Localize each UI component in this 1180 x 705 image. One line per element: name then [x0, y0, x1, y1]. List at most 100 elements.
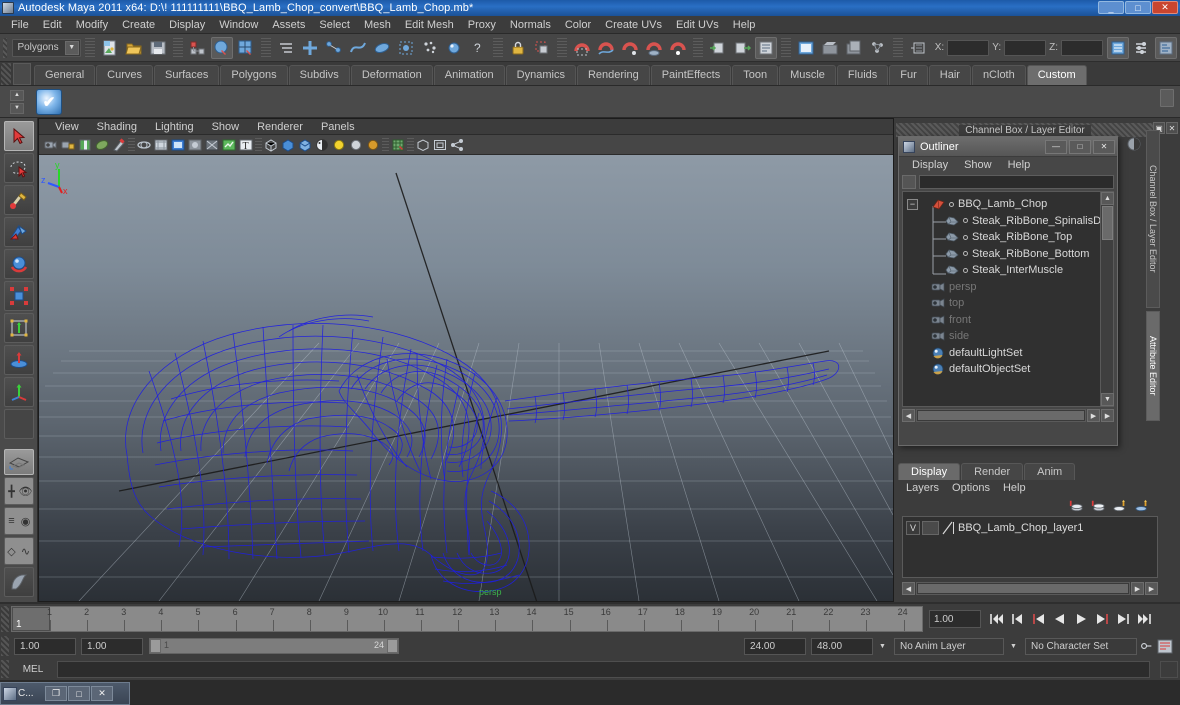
snap-grid-icon[interactable] [571, 37, 593, 59]
smooth-shade-all-icon[interactable] [170, 137, 186, 153]
snap-normal-icon[interactable] [667, 37, 689, 59]
play-forwards-icon[interactable] [1072, 610, 1090, 628]
playback-start-time-field[interactable]: 1.00 [81, 637, 143, 655]
search-icon[interactable] [902, 175, 916, 189]
new-layer-from-selected-icon[interactable] [1090, 499, 1106, 513]
outliner-persp-layout[interactable]: ≡ ◉ [3, 507, 34, 535]
expand-collapse-icon[interactable]: − [907, 198, 918, 210]
viewport-menu-renderer[interactable]: Renderer [249, 120, 311, 134]
range-slider-grip[interactable] [1, 636, 9, 656]
outliner-item-side[interactable]: side [903, 328, 1100, 345]
status-line-grip[interactable] [3, 37, 8, 58]
isolate-select-icon[interactable] [263, 137, 279, 153]
animation-preferences-icon[interactable] [1156, 638, 1174, 655]
shelf-tab-deformation[interactable]: Deformation [350, 65, 433, 85]
single-perspective-layout[interactable] [3, 449, 34, 475]
four-view-layout[interactable]: ╋ 👁 [3, 477, 34, 505]
playback-end-time-field[interactable]: 24.00 [744, 637, 806, 655]
smooth-preview-icon[interactable] [297, 137, 313, 153]
shelf-tab-ncloth[interactable]: nCloth [971, 65, 1026, 85]
outliner-item-steak-intermuscle[interactable]: Steak_InterMuscle [903, 262, 1100, 279]
outliner-item-front[interactable]: front [903, 312, 1100, 329]
shelf-tab-curves[interactable]: Curves [96, 65, 153, 85]
outliner-menu-display[interactable]: Display [905, 158, 955, 172]
move-tool[interactable] [3, 217, 34, 247]
hardware-texturing-icon[interactable] [187, 137, 203, 153]
outliner-item-steak-ribbone-bottom[interactable]: Steak_RibBone_Bottom [903, 246, 1100, 263]
outliner-item-top[interactable]: top [903, 295, 1100, 312]
select-curves-icon[interactable] [347, 37, 369, 59]
go-to-end-icon[interactable] [1135, 610, 1153, 628]
rotate-tool[interactable] [3, 249, 34, 279]
hscroll-right-icon-2[interactable]: ▶ [1101, 409, 1114, 422]
chevron-down-icon[interactable]: ▼ [64, 40, 79, 55]
use-all-lights-icon[interactable] [204, 137, 220, 153]
shelf-tab-dynamics[interactable]: Dynamics [505, 65, 576, 85]
shelf-tab-polygons[interactable]: Polygons [220, 65, 288, 85]
graph-editor-icon[interactable]: ∿ [19, 538, 33, 564]
select-mask-icon[interactable] [275, 37, 297, 59]
single-view-icon[interactable] [415, 137, 431, 153]
grid-icon[interactable] [390, 137, 406, 153]
move-layer-down-icon[interactable] [1134, 499, 1150, 513]
shadows-icon[interactable] [221, 137, 237, 153]
light-one-icon[interactable] [331, 137, 347, 153]
anim-layer-selector[interactable]: No Anim Layer [894, 637, 1004, 655]
shelf-tab-muscle[interactable]: Muscle [779, 65, 836, 85]
z-field[interactable] [1061, 39, 1103, 56]
show-channel-box-icon[interactable] [1107, 36, 1129, 59]
layer-hscroll-left-icon[interactable]: ◀ [902, 582, 915, 595]
command-line-grip[interactable] [1, 660, 9, 678]
shelf-tab-fur[interactable]: Fur [889, 65, 928, 85]
script-editor-icon[interactable] [1160, 660, 1178, 678]
show-tool-settings-icon[interactable] [1155, 36, 1177, 59]
viewport-canvas[interactable]: persp y z x [39, 155, 893, 601]
snap-view-plane-icon[interactable] [643, 37, 665, 59]
select-rendering-icon[interactable] [443, 37, 465, 59]
outliner-minimize-button[interactable]: — [1045, 139, 1067, 154]
smooth-shade-icon[interactable] [153, 137, 169, 153]
scroll-up-icon[interactable]: ▲ [1101, 192, 1114, 205]
share-view-icon[interactable] [449, 137, 465, 153]
go-to-start-icon[interactable] [988, 610, 1006, 628]
layer-hscroll-track[interactable] [916, 582, 1130, 595]
shelf-scroll-arrows[interactable]: ▲ ▼ [10, 88, 26, 116]
select-handles-icon[interactable] [299, 37, 321, 59]
animation-end-time-field[interactable]: 48.00 [811, 637, 873, 655]
shelf-tab-fluids[interactable]: Fluids [836, 65, 889, 85]
outliner-menu-help[interactable]: Help [1001, 158, 1038, 172]
hypergraph-persp-layout[interactable]: ◇ ∿ [3, 537, 34, 565]
lasso-select-tool[interactable] [3, 153, 34, 183]
layer-visibility-toggle[interactable]: V [906, 520, 920, 535]
y-field[interactable] [1004, 39, 1047, 56]
step-forward-frame-icon[interactable] [1093, 610, 1111, 628]
outliner-title-bar[interactable]: Outliner — □ ✕ [899, 137, 1117, 157]
select-by-component-icon[interactable] [235, 37, 257, 59]
outliner-horizontal-scrollbar[interactable]: ◀ ▶ ▶ [902, 409, 1114, 422]
shelf-tab-subdivs[interactable]: Subdivs [288, 65, 350, 85]
viewport-menu-lighting[interactable]: Lighting [147, 120, 202, 134]
show-attribute-editor-icon[interactable] [1131, 37, 1153, 59]
current-frame-indicator[interactable]: 1 [12, 607, 50, 631]
multi-view-icon[interactable] [432, 137, 448, 153]
layer-editor-tab-display[interactable]: Display [898, 463, 961, 480]
xray-icon[interactable]: T [238, 137, 254, 153]
chevron-down-icon-2[interactable]: ▼ [1007, 638, 1020, 655]
menu-edit-mesh[interactable]: Edit Mesh [398, 17, 461, 33]
outliner-item-defaultlightset[interactable]: defaultLightSet [903, 345, 1100, 362]
soft-modification-tool[interactable] [3, 345, 34, 375]
select-by-object-icon[interactable] [210, 36, 233, 59]
move-layer-up-icon[interactable] [1112, 499, 1128, 513]
outliner-item-bbq-lamb-chop[interactable]: − BBQ_Lamb_Chop [903, 196, 1100, 213]
select-dynamics-icon[interactable] [419, 37, 441, 59]
grease-pencil-icon[interactable] [111, 137, 127, 153]
layer-playback-toggle[interactable] [922, 520, 939, 535]
select-set-icon[interactable] [907, 37, 929, 59]
outliner-list-icon[interactable]: ≡ [5, 508, 19, 534]
menu-proxy[interactable]: Proxy [461, 17, 503, 33]
xray-joints-icon[interactable] [280, 137, 296, 153]
outliner-close-button[interactable]: ✕ [1093, 139, 1115, 154]
layer-menu-layers[interactable]: Layers [900, 481, 945, 495]
select-misc-icon[interactable]: ? [467, 37, 489, 59]
four-view-quadrants[interactable]: ╋ [5, 478, 19, 504]
